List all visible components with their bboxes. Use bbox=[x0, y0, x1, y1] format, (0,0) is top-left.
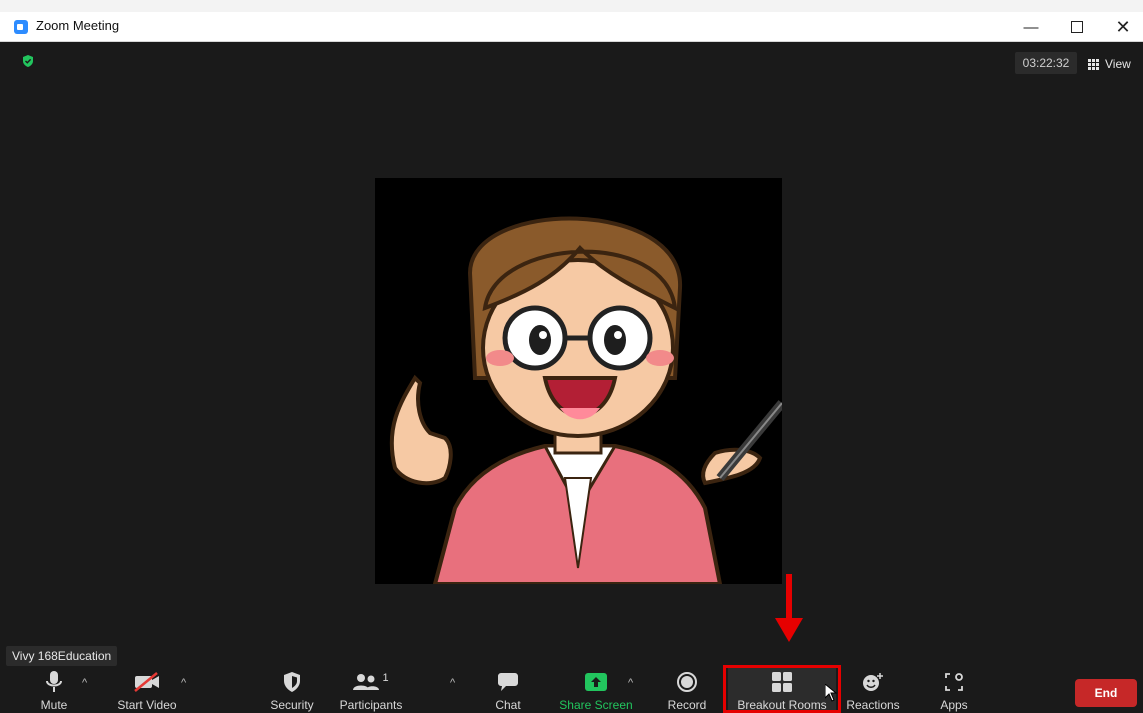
apps-button[interactable]: Apps bbox=[932, 667, 976, 713]
mute-options-caret[interactable]: ^ bbox=[82, 677, 87, 689]
meeting-timer: 03:22:32 bbox=[1015, 52, 1077, 74]
video-off-icon bbox=[134, 672, 159, 692]
view-label: View bbox=[1105, 57, 1131, 71]
meeting-area: 03:22:32 View Vivy 168Education bbox=[0, 42, 1143, 667]
video-options-caret[interactable]: ^ bbox=[181, 677, 186, 689]
share-options-caret[interactable]: ^ bbox=[628, 677, 633, 689]
chat-button[interactable]: Chat bbox=[488, 667, 528, 713]
window-titlebar: Zoom Meeting — ✕ bbox=[0, 0, 1143, 42]
security-button[interactable]: Security bbox=[264, 667, 320, 713]
end-meeting-button[interactable]: End bbox=[1075, 679, 1137, 707]
security-label: Security bbox=[270, 698, 314, 712]
share-screen-button[interactable]: Share Screen bbox=[558, 667, 634, 713]
microphone-icon bbox=[46, 671, 62, 692]
mute-label: Mute bbox=[40, 698, 68, 712]
start-video-label: Start Video bbox=[117, 698, 177, 712]
participants-count: 1 bbox=[382, 672, 389, 684]
apps-icon bbox=[945, 673, 963, 691]
teacher-avatar-illustration bbox=[389, 216, 786, 586]
close-button[interactable]: ✕ bbox=[1108, 14, 1138, 40]
window-title: Zoom Meeting bbox=[36, 18, 120, 33]
chat-label: Chat bbox=[495, 698, 521, 712]
maximize-icon bbox=[1071, 21, 1083, 33]
participants-button[interactable]: 1 Participants bbox=[338, 667, 404, 713]
record-button[interactable]: Record bbox=[664, 667, 710, 713]
share-screen-label: Share Screen bbox=[559, 698, 633, 712]
minimize-button[interactable]: — bbox=[1016, 14, 1046, 40]
top-strip bbox=[0, 0, 1143, 12]
maximize-button[interactable] bbox=[1062, 14, 1092, 40]
participants-options-caret[interactable]: ^ bbox=[450, 677, 455, 689]
share-screen-icon bbox=[585, 673, 607, 691]
participant-video bbox=[375, 178, 786, 586]
chat-bubble-icon bbox=[498, 673, 518, 691]
annotation-arrow-head bbox=[775, 618, 803, 642]
record-label: Record bbox=[667, 698, 707, 712]
reactions-label: Reactions bbox=[846, 698, 900, 712]
mute-button[interactable]: Mute bbox=[34, 667, 74, 713]
start-video-button[interactable]: Start Video bbox=[112, 667, 182, 713]
breakout-rooms-highlight bbox=[723, 665, 841, 713]
record-icon bbox=[677, 672, 697, 692]
participants-icon bbox=[353, 674, 380, 690]
encryption-shield-icon[interactable] bbox=[22, 55, 34, 67]
grid-view-icon bbox=[1088, 58, 1099, 70]
meeting-toolbar: Mute ^ Start Video ^ Security 1 Particip… bbox=[0, 667, 1143, 713]
zoom-app-icon bbox=[14, 20, 28, 34]
security-shield-icon bbox=[284, 672, 300, 692]
reactions-smiley-icon bbox=[863, 673, 883, 691]
participants-label: Participants bbox=[339, 698, 403, 712]
annotation-arrow bbox=[786, 574, 792, 620]
view-button[interactable]: View bbox=[1088, 54, 1131, 74]
reactions-button[interactable]: Reactions bbox=[844, 667, 902, 713]
participant-name-tag: Vivy 168Education bbox=[6, 646, 118, 666]
apps-label: Apps bbox=[940, 698, 968, 712]
